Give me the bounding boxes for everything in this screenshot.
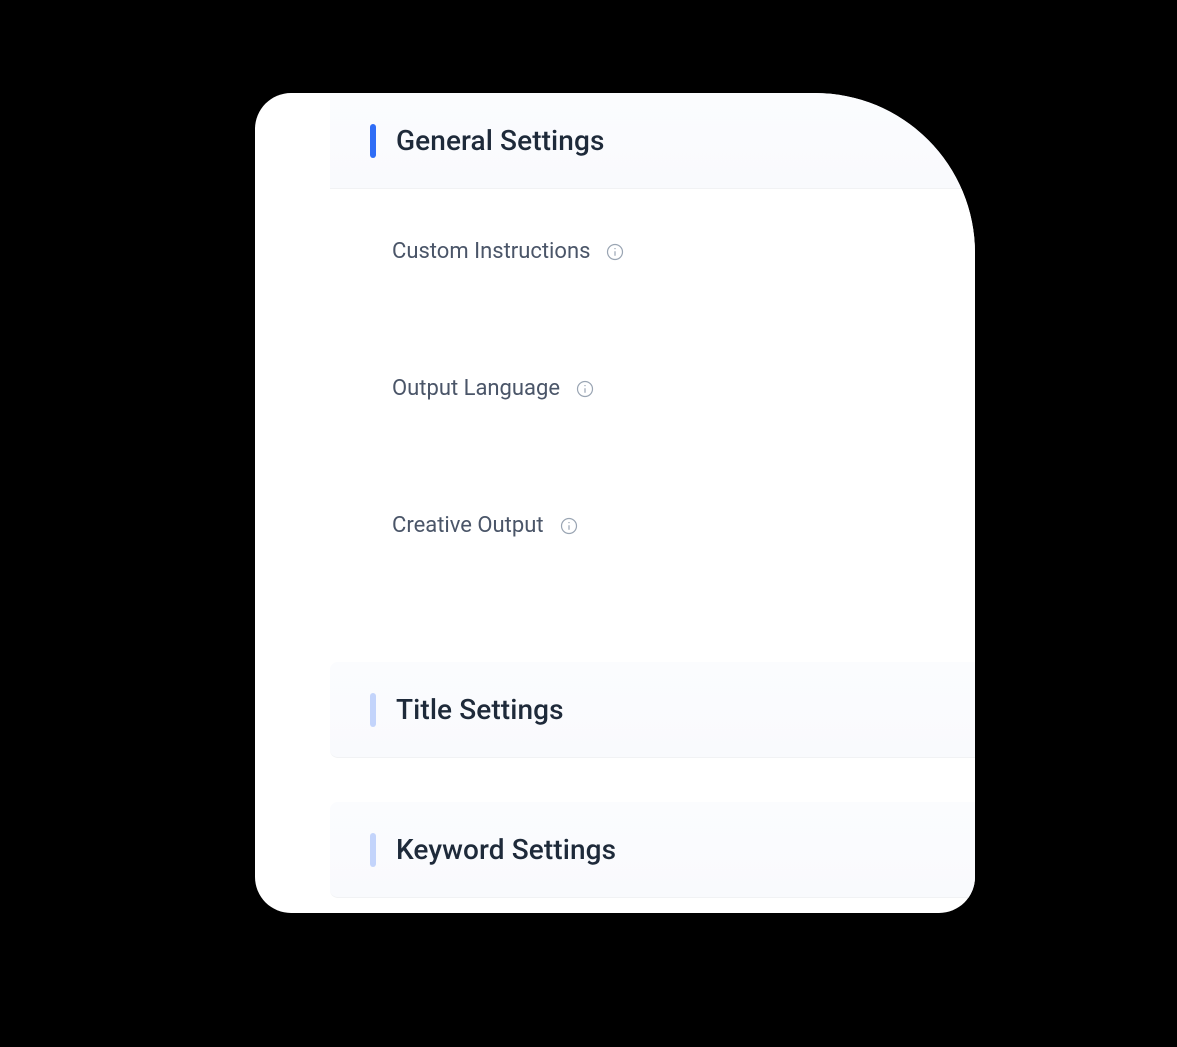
section-title-general: General Settings [396,124,604,157]
info-icon[interactable] [558,515,580,537]
row-custom-instructions: Custom Instructions [392,239,975,264]
settings-inner: General Settings Custom Instructions Out… [330,93,975,913]
info-icon[interactable] [604,241,626,263]
section-header-keyword[interactable]: Keyword Settings [330,802,975,898]
section-body-general: Custom Instructions Output Language [330,189,975,618]
label-custom-instructions: Custom Instructions [392,239,590,264]
settings-card: General Settings Custom Instructions Out… [255,93,975,913]
accent-bar-icon [370,693,376,727]
section-title-title: Title Settings [396,693,564,726]
label-output-language: Output Language [392,376,560,401]
info-icon[interactable] [574,378,596,400]
section-header-general[interactable]: General Settings [330,93,975,189]
row-creative-output: Creative Output [392,513,975,538]
accent-bar-icon [370,124,376,158]
section-gap [330,618,975,662]
accent-bar-icon [370,833,376,867]
section-title-keyword: Keyword Settings [396,833,616,866]
row-output-language: Output Language [392,376,975,401]
section-header-title[interactable]: Title Settings [330,662,975,758]
label-creative-output: Creative Output [392,513,544,538]
section-gap [330,758,975,802]
